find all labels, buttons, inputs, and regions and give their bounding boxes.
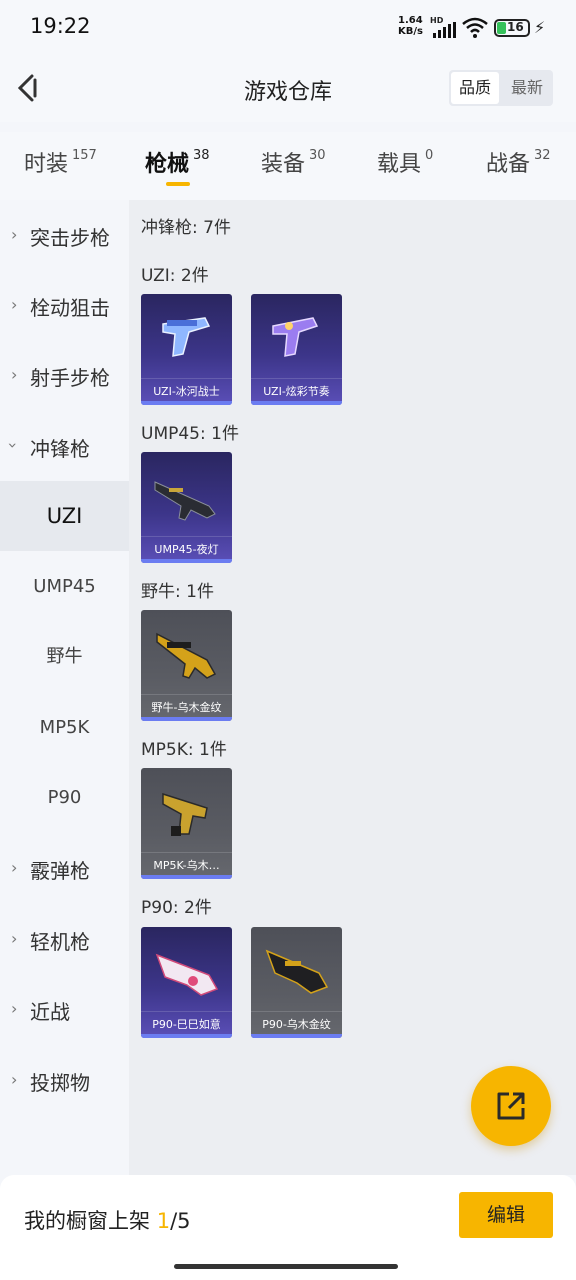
sort-newest-button[interactable]: 最新: [503, 72, 551, 104]
tab-supplies[interactable]: 战备 32: [486, 146, 551, 178]
chevron-right-icon: ›: [11, 999, 18, 1018]
sidebar-item-lmg[interactable]: › 轻机枪: [0, 904, 129, 974]
weapon-name: P90-乌木金纹: [262, 1018, 331, 1031]
weapon-card[interactable]: UMP45-夜灯: [141, 452, 232, 563]
weapon-card[interactable]: UZI-冰河战士: [141, 294, 232, 405]
weapon-name: P90-巳巳如意: [152, 1018, 221, 1031]
chevron-down-icon: ›: [3, 442, 23, 449]
sidebar-sub-p90[interactable]: P90: [0, 763, 129, 833]
uzi-skin-image: [272, 317, 319, 357]
tab-equipment[interactable]: 装备 30: [261, 146, 326, 178]
weapon-name: 野牛-乌木金纹: [151, 701, 222, 714]
sidebar-sub-uzi[interactable]: UZI: [0, 481, 129, 551]
category-tabs: 时装 157 枪械 38 装备 30 载具 0 战备 32: [0, 132, 576, 200]
bizon-skin-image: [156, 632, 217, 679]
weapon-name: UMP45-夜灯: [154, 543, 219, 556]
showcase-total-count: /5: [170, 1209, 191, 1233]
charging-icon: ⚡: [534, 18, 546, 37]
sidebar-item-shotgun[interactable]: › 霰弹枪: [0, 833, 129, 903]
share-button[interactable]: [471, 1066, 551, 1146]
sort-toggle: 品质 最新: [449, 70, 553, 106]
weapon-name: MP5K-乌木…: [153, 859, 220, 872]
sidebar-sub-mp5k[interactable]: MP5K: [0, 693, 129, 763]
showcase-current-count: 1: [156, 1209, 171, 1233]
sidebar-item-bolt-sniper[interactable]: › 栓动狙击: [0, 270, 129, 340]
sort-quality-button[interactable]: 品质: [451, 72, 499, 104]
ump45-skin-image: [154, 481, 216, 521]
chevron-right-icon: ›: [11, 858, 18, 877]
status-time: 19:22: [30, 14, 91, 38]
battery-icon: 16: [494, 19, 530, 37]
status-bar: 19:22 1.64 KB/s HD 16 ⚡: [0, 0, 576, 56]
weapon-sidebar: › 突击步枪 › 栓动狙击 › 射手步枪 › 冲锋枪 UZI UMP45 野牛 MP5K…: [0, 200, 129, 1175]
active-tab-indicator: [166, 182, 190, 186]
edit-button[interactable]: 编辑: [459, 1192, 553, 1238]
sidebar-item-melee[interactable]: › 近战: [0, 974, 129, 1044]
sidebar-sub-ump45[interactable]: UMP45: [0, 552, 129, 622]
chevron-right-icon: ›: [11, 1070, 18, 1089]
chevron-right-icon: ›: [11, 929, 18, 948]
sidebar-item-marksman-rifle[interactable]: › 射手步枪: [0, 340, 129, 410]
weapon-card[interactable]: UZI-炫彩节奏: [251, 294, 342, 405]
chevron-right-icon: ›: [11, 365, 18, 384]
weapon-grid: 冲锋枪: 7件 UZI: 2件 UZI-冰河战士 UZI-炫彩节奏 UMP45:…: [129, 200, 576, 1175]
tab-vehicles[interactable]: 载具 0: [377, 146, 433, 178]
tab-guns[interactable]: 枪械 38: [145, 146, 210, 178]
showcase-bar: 我的橱窗上架 1/5 编辑: [0, 1175, 576, 1280]
wifi-icon: [462, 17, 488, 38]
sidebar-sub-bizon[interactable]: 野牛: [0, 622, 129, 692]
app-header: 游戏仓库 品质 最新: [0, 56, 576, 122]
weapon-name: UZI-炫彩节奏: [263, 385, 330, 398]
uzi-skin-image: [162, 317, 211, 357]
weapon-card[interactable]: MP5K-乌木…: [141, 768, 232, 879]
sidebar-item-assault-rifle[interactable]: › 突击步枪: [0, 200, 129, 270]
tab-fashion[interactable]: 时装 157: [24, 146, 97, 178]
external-link-icon: [497, 1092, 525, 1120]
weapon-card[interactable]: 野牛-乌木金纹: [141, 610, 232, 721]
weapon-name: UZI-冰河战士: [153, 385, 220, 398]
network-speed: 1.64 KB/s: [398, 15, 423, 37]
group-title-mp5k: MP5K: 1件: [141, 740, 227, 760]
group-title-uzi: UZI: 2件: [141, 266, 209, 286]
p90-skin-image: [155, 953, 219, 996]
showcase-label: 我的橱窗上架 1/5: [24, 1209, 191, 1233]
p90-skin-image: [265, 949, 329, 994]
group-title-p90: P90: 2件: [141, 898, 212, 918]
section-title: 冲锋枪: 7件: [141, 218, 231, 238]
sidebar-item-throwables[interactable]: › 投掷物: [0, 1045, 129, 1115]
weapon-card[interactable]: P90-巳巳如意: [141, 927, 232, 1038]
group-title-bizon: 野牛: 1件: [141, 582, 214, 602]
weapon-card[interactable]: P90-乌木金纹: [251, 927, 342, 1038]
mp5k-skin-image: [162, 792, 208, 836]
chevron-right-icon: ›: [11, 225, 18, 244]
sidebar-item-smg[interactable]: › 冲锋枪: [0, 411, 129, 481]
group-title-ump45: UMP45: 1件: [141, 424, 239, 444]
signal-icon: [433, 22, 456, 38]
home-indicator[interactable]: [174, 1264, 398, 1269]
chevron-right-icon: ›: [11, 295, 18, 314]
